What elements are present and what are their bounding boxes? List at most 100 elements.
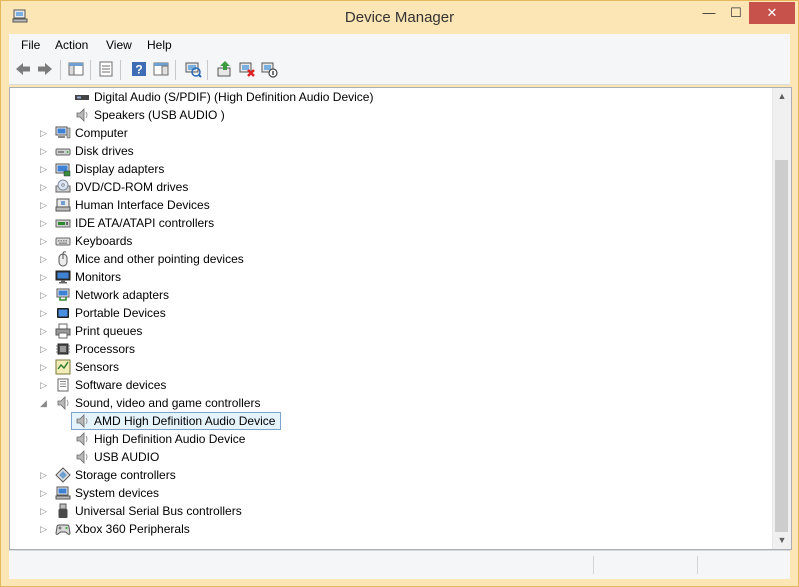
expand-arrow-icon[interactable]: ▷ [40, 502, 48, 520]
tree-node[interactable]: Speakers (USB AUDIO ) [10, 106, 770, 124]
tree-node-label: Xbox 360 Peripherals [75, 522, 190, 536]
expand-arrow-icon[interactable]: ▷ [40, 322, 48, 340]
tree-node-label: Monitors [75, 270, 122, 284]
tree-node-label: System devices [75, 486, 160, 500]
menu-view[interactable]: View [106, 38, 132, 52]
minimize-button[interactable]: — [695, 2, 723, 24]
usb-icon [58, 503, 68, 518]
tree-node[interactable]: ▷ DVD/CD-ROM drives [10, 178, 770, 196]
expand-arrow-icon[interactable]: ▷ [40, 124, 48, 142]
vertical-scrollbar[interactable]: ▲ ▼ [772, 88, 791, 549]
tree-node[interactable]: ▷ Monitors [10, 268, 770, 286]
tree-node-label: Network adapters [75, 288, 170, 302]
status-bar-divider [593, 556, 594, 574]
tree-node[interactable]: High Definition Audio Device [10, 430, 770, 448]
expand-arrow-icon[interactable]: ▷ [40, 520, 48, 538]
tree-node-label: Print queues [75, 324, 143, 338]
tree-node-label: Digital Audio (S/PDIF) (High Definition … [94, 90, 374, 104]
back-arrow-icon[interactable] [14, 60, 32, 78]
uninstall-device-icon[interactable] [238, 60, 256, 78]
tree-node[interactable]: Digital Audio (S/PDIF) (High Definition … [10, 88, 770, 106]
hid-icon [55, 198, 71, 212]
tree-node[interactable]: ◢ Sound, video and game controllers [10, 394, 770, 412]
device-tree[interactable]: Digital Audio (S/PDIF) (High Definition … [10, 88, 772, 549]
close-button[interactable]: ✕ [749, 2, 795, 24]
expand-arrow-icon[interactable]: ▷ [40, 304, 48, 322]
printer-icon [55, 323, 71, 339]
expand-arrow-icon[interactable]: ▷ [40, 142, 48, 160]
help-icon[interactable]: ? [130, 60, 148, 78]
computer-icon [55, 126, 71, 139]
tree-node[interactable]: ▷ IDE ATA/ATAPI controllers [10, 214, 770, 232]
show-hide-console-tree-icon[interactable] [67, 60, 85, 78]
maximize-button[interactable]: ☐ [723, 2, 749, 24]
disable-device-icon[interactable] [260, 60, 278, 78]
speaker-icon [76, 432, 88, 446]
tree-node-label: Mice and other pointing devices [75, 252, 244, 266]
keyboard-icon [55, 237, 71, 246]
title-bar[interactable]: Device Manager — ☐ ✕ [1, 1, 798, 34]
tree-node[interactable]: ▷ Computer [10, 124, 770, 142]
speaker-icon [76, 108, 88, 122]
scroll-down-button[interactable]: ▼ [773, 532, 791, 549]
menu-action[interactable]: Action [55, 38, 88, 52]
tree-node[interactable]: ▷ Human Interface Devices [10, 196, 770, 214]
portable-device-icon [57, 308, 69, 318]
device-tree-pane: Digital Audio (S/PDIF) (High Definition … [9, 87, 792, 550]
expand-arrow-icon[interactable]: ▷ [40, 178, 48, 196]
collapse-arrow-icon[interactable]: ◢ [40, 394, 48, 412]
update-driver-icon[interactable] [216, 60, 234, 78]
expand-arrow-icon[interactable]: ▷ [40, 466, 48, 484]
expand-arrow-icon[interactable]: ▷ [40, 286, 48, 304]
tree-node[interactable]: ▷ Keyboards [10, 232, 770, 250]
scroll-up-button[interactable]: ▲ [773, 88, 791, 105]
tree-node-label: IDE ATA/ATAPI controllers [75, 216, 215, 230]
speaker-icon [76, 450, 88, 464]
tree-node[interactable]: USB AUDIO [10, 448, 770, 466]
sensor-icon [55, 359, 71, 375]
toolbar-separator [175, 60, 176, 80]
tree-node[interactable]: ▷ Software devices [10, 376, 770, 394]
expand-arrow-icon[interactable]: ▷ [40, 214, 48, 232]
tree-node[interactable]: ▷ Mice and other pointing devices [10, 250, 770, 268]
tree-node[interactable]: ▷ Processors [10, 340, 770, 358]
tree-node[interactable]: ▷ System devices [10, 484, 770, 502]
menu-help[interactable]: Help [147, 38, 172, 52]
properties-icon[interactable] [97, 60, 115, 78]
tree-node[interactable]: ▷ Disk drives [10, 142, 770, 160]
expand-arrow-icon[interactable]: ▷ [40, 484, 48, 502]
expand-arrow-icon[interactable]: ▷ [40, 160, 48, 178]
tree-node[interactable]: ▷ Xbox 360 Peripherals [10, 520, 770, 538]
action-pane-icon[interactable] [152, 60, 170, 78]
tree-node-label: High Definition Audio Device [94, 432, 246, 446]
toolbar-separator [207, 60, 208, 80]
forward-arrow-icon[interactable] [36, 60, 54, 78]
expand-arrow-icon[interactable]: ▷ [40, 358, 48, 376]
tree-node[interactable]: ▷ Storage controllers [10, 466, 770, 484]
expand-arrow-icon[interactable]: ▷ [40, 196, 48, 214]
speaker-icon [57, 396, 69, 410]
expand-arrow-icon[interactable]: ▷ [40, 232, 48, 250]
scan-hardware-changes-icon[interactable] [184, 60, 202, 78]
tree-node-selected[interactable]: AMD High Definition Audio Device [10, 412, 770, 430]
dvd-drive-icon [55, 179, 71, 193]
tree-node[interactable]: ▷ Universal Serial Bus controllers [10, 502, 770, 520]
tree-node-label: Sensors [75, 360, 120, 374]
ide-controller-icon [55, 219, 71, 228]
scroll-thumb[interactable] [775, 160, 788, 532]
tree-node-label: DVD/CD-ROM drives [75, 180, 189, 194]
tree-node[interactable]: ▷ Display adapters [10, 160, 770, 178]
expand-arrow-icon[interactable]: ▷ [40, 376, 48, 394]
expand-arrow-icon[interactable]: ▷ [40, 250, 48, 268]
menu-file[interactable]: File [21, 38, 40, 52]
tree-node-label: Human Interface Devices [75, 198, 210, 212]
expand-arrow-icon[interactable]: ▷ [40, 340, 48, 358]
tree-node[interactable]: ▷ Print queues [10, 322, 770, 340]
expand-arrow-icon[interactable]: ▷ [40, 268, 48, 286]
toolbar-separator [90, 60, 91, 80]
tree-node[interactable]: ▷ Network adapters [10, 286, 770, 304]
tree-node[interactable]: ▷ Sensors [10, 358, 770, 376]
tree-node-label: Universal Serial Bus controllers [75, 504, 242, 518]
window-title: Device Manager [344, 9, 455, 26]
tree-node[interactable]: ▷ Portable Devices [10, 304, 770, 322]
